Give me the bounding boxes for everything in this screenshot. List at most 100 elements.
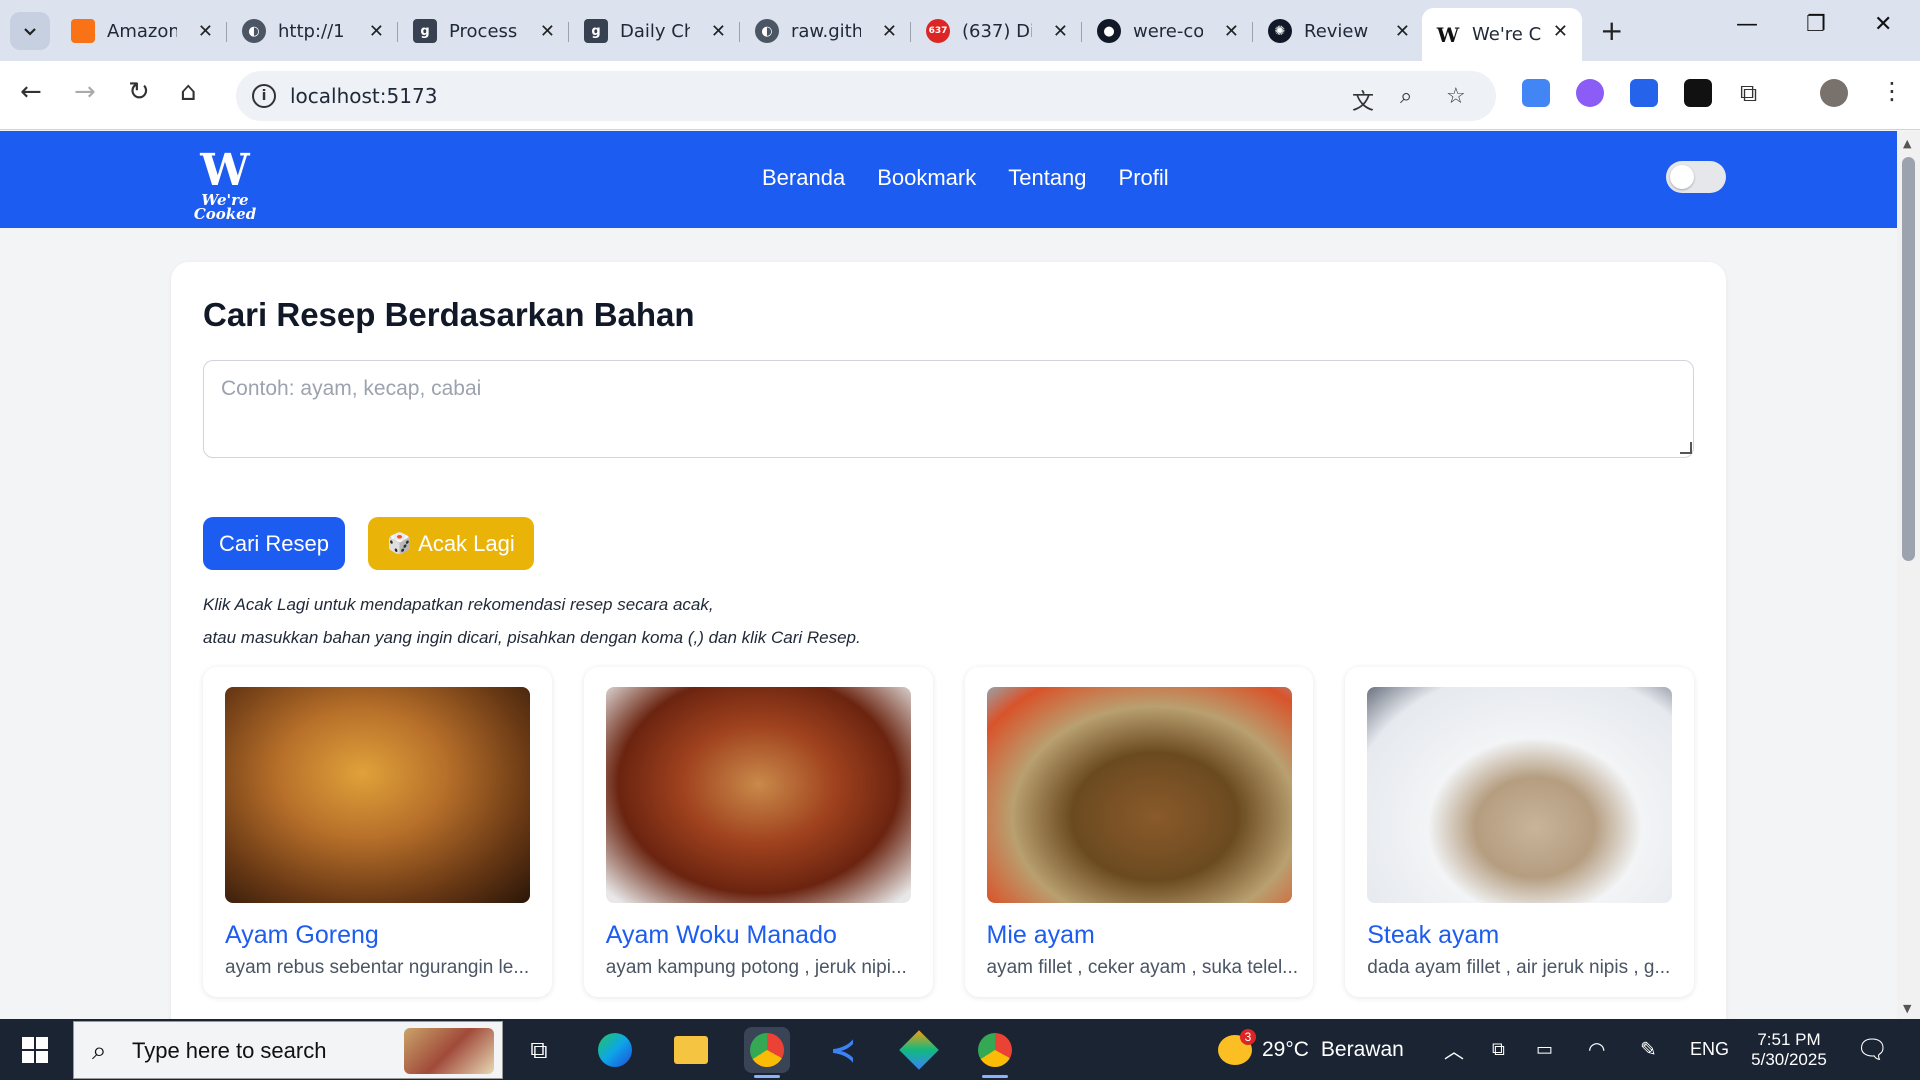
clock[interactable]: 7:51 PM 5/30/2025: [1744, 1019, 1834, 1080]
back-icon[interactable]: ←: [20, 77, 42, 107]
resize-handle-icon[interactable]: [1680, 442, 1692, 454]
restore-icon[interactable]: ❐: [1806, 12, 1826, 37]
tab-search-button[interactable]: [10, 12, 50, 50]
tab-label: Process: [449, 20, 518, 42]
chrome-taskbar-icon[interactable]: [744, 1027, 790, 1078]
close-tab-icon[interactable]: ✕: [711, 21, 726, 42]
google-translate-extension-icon[interactable]: [1522, 79, 1550, 107]
recipe-photo-mie-ayam[interactable]: [986, 687, 1292, 903]
scroll-up-icon[interactable]: ▲: [1903, 137, 1911, 150]
tab-label: Review: [1304, 20, 1369, 42]
close-tab-icon[interactable]: ✕: [1395, 21, 1410, 42]
edge-browser-icon[interactable]: [592, 1027, 638, 1073]
kebab-menu-icon[interactable]: ⋮: [1880, 77, 1904, 105]
nav-beranda[interactable]: Beranda: [762, 165, 845, 191]
notifications-icon[interactable]: 🗨: [1856, 1019, 1889, 1080]
recipe-title[interactable]: Steak ayam: [1367, 921, 1499, 950]
browser-toolbar: ← → ↻ ⌂ i localhost:5173 ⽂ ⌕ ☆ ⧉ ⋮: [0, 61, 1920, 130]
page-scrollbar[interactable]: ▲ ▼: [1897, 131, 1920, 1019]
app-logo[interactable]: W We're Cooked: [170, 145, 280, 222]
dice-icon: 🎲: [387, 533, 413, 555]
recipe-card[interactable]: Ayam Woku Manado ayam kampung potong , j…: [583, 667, 933, 997]
home-icon[interactable]: ⌂: [180, 77, 197, 107]
recipe-title[interactable]: Mie ayam: [987, 921, 1095, 950]
globe-icon: ◐: [755, 19, 779, 43]
input-language-indicator[interactable]: ENG: [1690, 1019, 1729, 1080]
site-w-icon: W: [1436, 22, 1460, 47]
document-extension-icon[interactable]: [1630, 79, 1658, 107]
meet-now-icon[interactable]: ⧉: [1492, 1019, 1505, 1080]
file-explorer-icon[interactable]: [668, 1027, 714, 1073]
clock-time: 7:51 PM: [1757, 1029, 1821, 1049]
zoom-icon[interactable]: ⌕: [1400, 84, 1412, 109]
cloud-sun-icon: 3: [1218, 1028, 1256, 1065]
wifi-icon[interactable]: ◠: [1588, 1019, 1605, 1080]
close-tab-icon[interactable]: ✕: [1053, 21, 1068, 42]
browser-tab[interactable]: ◐ http://1 ✕: [228, 12, 398, 50]
browser-tab[interactable]: Amazon ✕: [57, 12, 227, 50]
reload-icon[interactable]: ↻: [128, 77, 150, 107]
task-view-icon[interactable]: ⧉: [516, 1027, 562, 1073]
site-info-icon[interactable]: i: [252, 84, 276, 108]
close-tab-icon[interactable]: ✕: [540, 21, 555, 42]
git-tool-icon[interactable]: [896, 1027, 942, 1073]
extensions-puzzle-icon[interactable]: ⧉: [1740, 79, 1757, 107]
search-recipe-button[interactable]: Cari Resep: [203, 517, 345, 570]
gear-extension-icon[interactable]: [1576, 79, 1604, 107]
chrome-profile-icon[interactable]: [972, 1027, 1018, 1078]
recipe-card[interactable]: Steak ayam dada ayam fillet , air jeruk …: [1345, 667, 1694, 997]
browser-tab-active[interactable]: W We're C ✕: [1422, 8, 1582, 61]
weather-widget[interactable]: 3 29°C Berawan: [1218, 1019, 1404, 1080]
toggle-knob: [1670, 165, 1694, 189]
clock-date: 5/30/2025: [1751, 1049, 1827, 1069]
ingredients-input[interactable]: [203, 360, 1694, 458]
bookmark-star-icon[interactable]: ☆: [1446, 84, 1466, 109]
show-hidden-icons-chevron-up-icon[interactable]: ︿: [1444, 1019, 1464, 1080]
browser-tab[interactable]: g Daily Ch ✕: [570, 12, 740, 50]
recipe-photo-fried-chicken[interactable]: [225, 687, 530, 903]
github-icon: ●: [1097, 19, 1121, 43]
scroll-down-icon[interactable]: ▼: [1903, 1002, 1911, 1015]
taskbar-search-box[interactable]: ⌕ Type here to search: [73, 1021, 503, 1079]
battery-icon[interactable]: ▭: [1536, 1019, 1553, 1080]
new-tab-button[interactable]: +: [1600, 14, 1623, 47]
close-tab-icon[interactable]: ✕: [1224, 21, 1239, 42]
tab-divider: [1252, 22, 1253, 42]
minimize-icon[interactable]: —: [1736, 12, 1758, 37]
recipe-photo-ayam-woku[interactable]: [605, 687, 911, 903]
page-viewport: W We're Cooked Beranda Bookmark Tentang …: [0, 131, 1897, 1019]
recipe-title[interactable]: Ayam Woku Manado: [606, 921, 837, 950]
dark-mode-toggle[interactable]: [1666, 161, 1726, 193]
random-recipe-button[interactable]: 🎲 Acak Lagi: [368, 517, 534, 570]
browser-tab[interactable]: g Process ✕: [399, 12, 569, 50]
close-tab-icon[interactable]: ✕: [882, 21, 897, 42]
browser-tab[interactable]: ◐ raw.gith ✕: [741, 12, 911, 50]
close-tab-icon[interactable]: ✕: [1553, 21, 1568, 42]
nav-tentang[interactable]: Tentang: [1008, 165, 1086, 191]
forward-icon[interactable]: →: [74, 77, 96, 107]
close-tab-icon[interactable]: ✕: [369, 21, 384, 42]
url-text[interactable]: localhost:5173: [290, 84, 437, 108]
address-bar[interactable]: i localhost:5173 ⽂ ⌕ ☆: [236, 71, 1496, 121]
main-menu: Beranda Bookmark Tentang Profil: [762, 165, 1169, 191]
recipe-card[interactable]: Ayam Goreng ayam rebus sebentar ngurangi…: [203, 667, 552, 997]
logo-mark: W: [200, 145, 250, 196]
recipe-photo-steak-ayam[interactable]: [1367, 687, 1673, 903]
scroll-thumb[interactable]: [1902, 157, 1915, 561]
windows-start-icon[interactable]: [22, 1037, 48, 1063]
vscode-icon[interactable]: ≺: [820, 1027, 866, 1073]
pen-icon[interactable]: ✎: [1640, 1019, 1657, 1080]
browser-tab[interactable]: ✺ Review ✕: [1254, 12, 1424, 50]
browser-tab[interactable]: ● were-co ✕: [1083, 12, 1253, 50]
browser-tab[interactable]: 637 (637) Di ✕: [912, 12, 1082, 50]
profile-avatar[interactable]: [1820, 79, 1848, 107]
nav-bookmark[interactable]: Bookmark: [877, 165, 976, 191]
translate-icon[interactable]: ⽂: [1352, 84, 1374, 116]
close-window-icon[interactable]: ✕: [1874, 12, 1892, 37]
recipe-card[interactable]: Mie ayam ayam fillet , ceker ayam , suka…: [964, 667, 1314, 997]
weather-badge: 3: [1240, 1028, 1256, 1045]
nav-profil[interactable]: Profil: [1119, 165, 1169, 191]
close-tab-icon[interactable]: ✕: [198, 21, 213, 42]
pen-extension-icon[interactable]: [1684, 79, 1712, 107]
recipe-title[interactable]: Ayam Goreng: [225, 921, 379, 950]
